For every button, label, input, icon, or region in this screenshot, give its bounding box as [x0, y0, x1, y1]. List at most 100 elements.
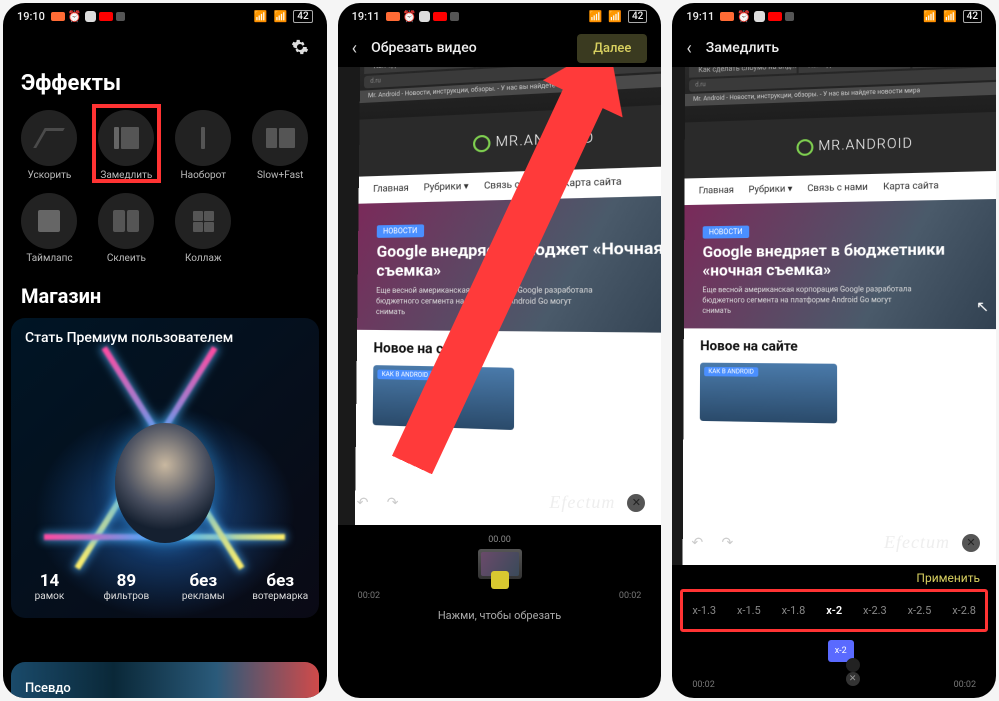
effect-collage[interactable]: Коллаж [167, 189, 240, 268]
effect-slowdown[interactable]: Замедлить [90, 106, 163, 185]
video-preview: Как сделать слоумо на анд... Как сделать… [672, 67, 996, 565]
undo-button[interactable]: ↶ [354, 495, 372, 511]
alarm-icon: ⏰ [68, 10, 82, 23]
status-bar: 19:11 ⏰ 📶 📶 42 [338, 3, 662, 29]
effect-reverse[interactable]: Наоборот [167, 106, 240, 185]
preview-controls: ↶ ↷ ▶ Efectum ✕ [672, 532, 996, 553]
cut-icon [113, 210, 139, 232]
timeline-start: 00:02 [692, 680, 714, 690]
status-icon [433, 12, 447, 21]
effects-heading: Эффекты [3, 65, 327, 106]
redo-button[interactable]: ↷ [384, 495, 402, 511]
app-brand: Efectum [549, 492, 615, 513]
video-preview: Как сделать слоумо на анд... Как сделать… [338, 67, 662, 525]
site-logo-icon [472, 134, 490, 152]
status-icon [754, 11, 765, 22]
status-bar: 19:11 ⏰ 📶 📶 42 [672, 3, 996, 29]
wifi-icon: 📶 [274, 10, 288, 23]
timelapse-icon [38, 210, 60, 232]
slowfast-icon [266, 128, 295, 148]
speed-option[interactable]: x-2.3 [860, 602, 890, 619]
timeline-center-time: 00.00 [338, 535, 662, 545]
phone-effects-screen: 19:10 ⏰ 📶 📶 42 Эффекты Ускорить [3, 3, 327, 698]
pseudo-card[interactable]: Псевдо [11, 662, 319, 698]
signal-icon: 📶 [923, 10, 937, 23]
status-time: 19:10 [17, 10, 45, 23]
cursor-icon: ↖ [976, 299, 989, 316]
speed-option[interactable]: x-1.8 [779, 602, 809, 619]
timeline[interactable]: 00.00 00:02 00:02 Нажми, чтобы обрезать [338, 525, 662, 630]
alarm-icon: ⏰ [737, 10, 751, 23]
speed-option[interactable]: x-1.3 [689, 602, 719, 619]
status-time: 19:11 [686, 10, 714, 23]
status-icon [99, 12, 113, 21]
signal-icon: 📶 [254, 10, 268, 23]
screen-title: Замедлить [706, 40, 779, 56]
settings-button[interactable] [291, 38, 309, 56]
timeline-start: 00:02 [358, 591, 380, 601]
battery-indicator: 42 [963, 10, 982, 23]
premium-card[interactable]: Стать Премиум пользователем 14рамок 89фи… [11, 318, 319, 618]
site-hero: MR.ANDROID [685, 111, 996, 179]
premium-stats: 14рамок 89фильтров безрекламы безвотерма… [11, 571, 319, 602]
effect-slowfast[interactable]: Slow+Fast [244, 106, 317, 185]
close-button[interactable]: ✕ [962, 534, 980, 552]
effect-cut[interactable]: Склеить [90, 189, 163, 268]
speed-option[interactable]: x-2.5 [905, 602, 935, 619]
effects-grid: Ускорить Замедлить Наоборот Slow+Fast Та… [3, 106, 327, 268]
wifi-icon: 📶 [608, 10, 622, 23]
reverse-icon [201, 127, 205, 149]
sticker-icon [491, 571, 509, 589]
status-icon [720, 12, 734, 21]
timeline-thumb[interactable] [478, 549, 522, 579]
portrait-graphic [115, 423, 215, 543]
highlight-box [92, 104, 161, 183]
status-icon [116, 12, 125, 21]
status-icon [419, 11, 430, 22]
status-icon [768, 12, 782, 21]
marker-close[interactable]: ✕ [846, 672, 860, 686]
speed-option[interactable]: x-1.5 [734, 602, 764, 619]
speed-marker[interactable]: x-2 [828, 640, 854, 662]
back-button[interactable]: ‹ [352, 38, 357, 59]
app-header [3, 29, 327, 65]
effect-timelapse[interactable]: Таймлапс [13, 189, 86, 268]
status-bar: 19:10 ⏰ 📶 📶 42 [3, 3, 327, 29]
play-button[interactable]: ▶ [469, 492, 483, 513]
speedup-icon [34, 128, 66, 148]
wifi-icon: 📶 [943, 10, 957, 23]
speed-option-selected[interactable]: x-2 [823, 602, 845, 619]
browser-preview: Как сделать слоумо на анд... Как сделать… [683, 67, 996, 565]
next-button[interactable]: Далее [577, 34, 647, 63]
article-hero: НОВОСТИ Google внедряет в бюджетники «но… [684, 198, 996, 329]
screen-title: Обрезать видео [371, 40, 477, 56]
undo-button[interactable]: ↶ [688, 535, 706, 551]
premium-title: Стать Премиум пользователем [25, 330, 233, 346]
speed-option[interactable]: x-2.8 [949, 602, 979, 619]
battery-indicator: 42 [293, 10, 312, 23]
status-icon [450, 12, 459, 21]
battery-indicator: 42 [628, 10, 647, 23]
gear-icon [291, 38, 309, 56]
timeline-hint: Нажми, чтобы обрезать [338, 609, 662, 622]
status-icon [785, 12, 794, 21]
app-brand: Efectum [884, 532, 950, 553]
article-thumb: КАК В ANDROID [700, 363, 837, 424]
alarm-icon: ⏰ [403, 10, 417, 23]
cursor-icon: ↖ [661, 301, 662, 319]
effect-speedup[interactable]: Ускорить [13, 106, 86, 185]
redo-button[interactable]: ↷ [718, 535, 736, 551]
new-on-site: Новое на сайте КАК В ANDROID [356, 330, 662, 450]
speed-timeline[interactable]: x-2 ✕ [672, 640, 996, 680]
play-button[interactable]: ▶ [803, 532, 817, 553]
status-icon [51, 12, 65, 21]
video-header: ‹ Замедлить [672, 29, 996, 67]
status-time: 19:11 [352, 10, 380, 23]
collage-icon [193, 211, 214, 232]
close-button[interactable]: ✕ [627, 494, 645, 512]
speed-selector: x-1.3 x-1.5 x-1.8 x-2 x-2.3 x-2.5 x-2.8 [680, 589, 988, 632]
apply-button[interactable]: Применить [916, 571, 980, 585]
back-button[interactable]: ‹ [686, 38, 691, 59]
status-icon [386, 12, 400, 21]
new-on-site: Новое на сайте КАК В ANDROID [684, 328, 996, 438]
